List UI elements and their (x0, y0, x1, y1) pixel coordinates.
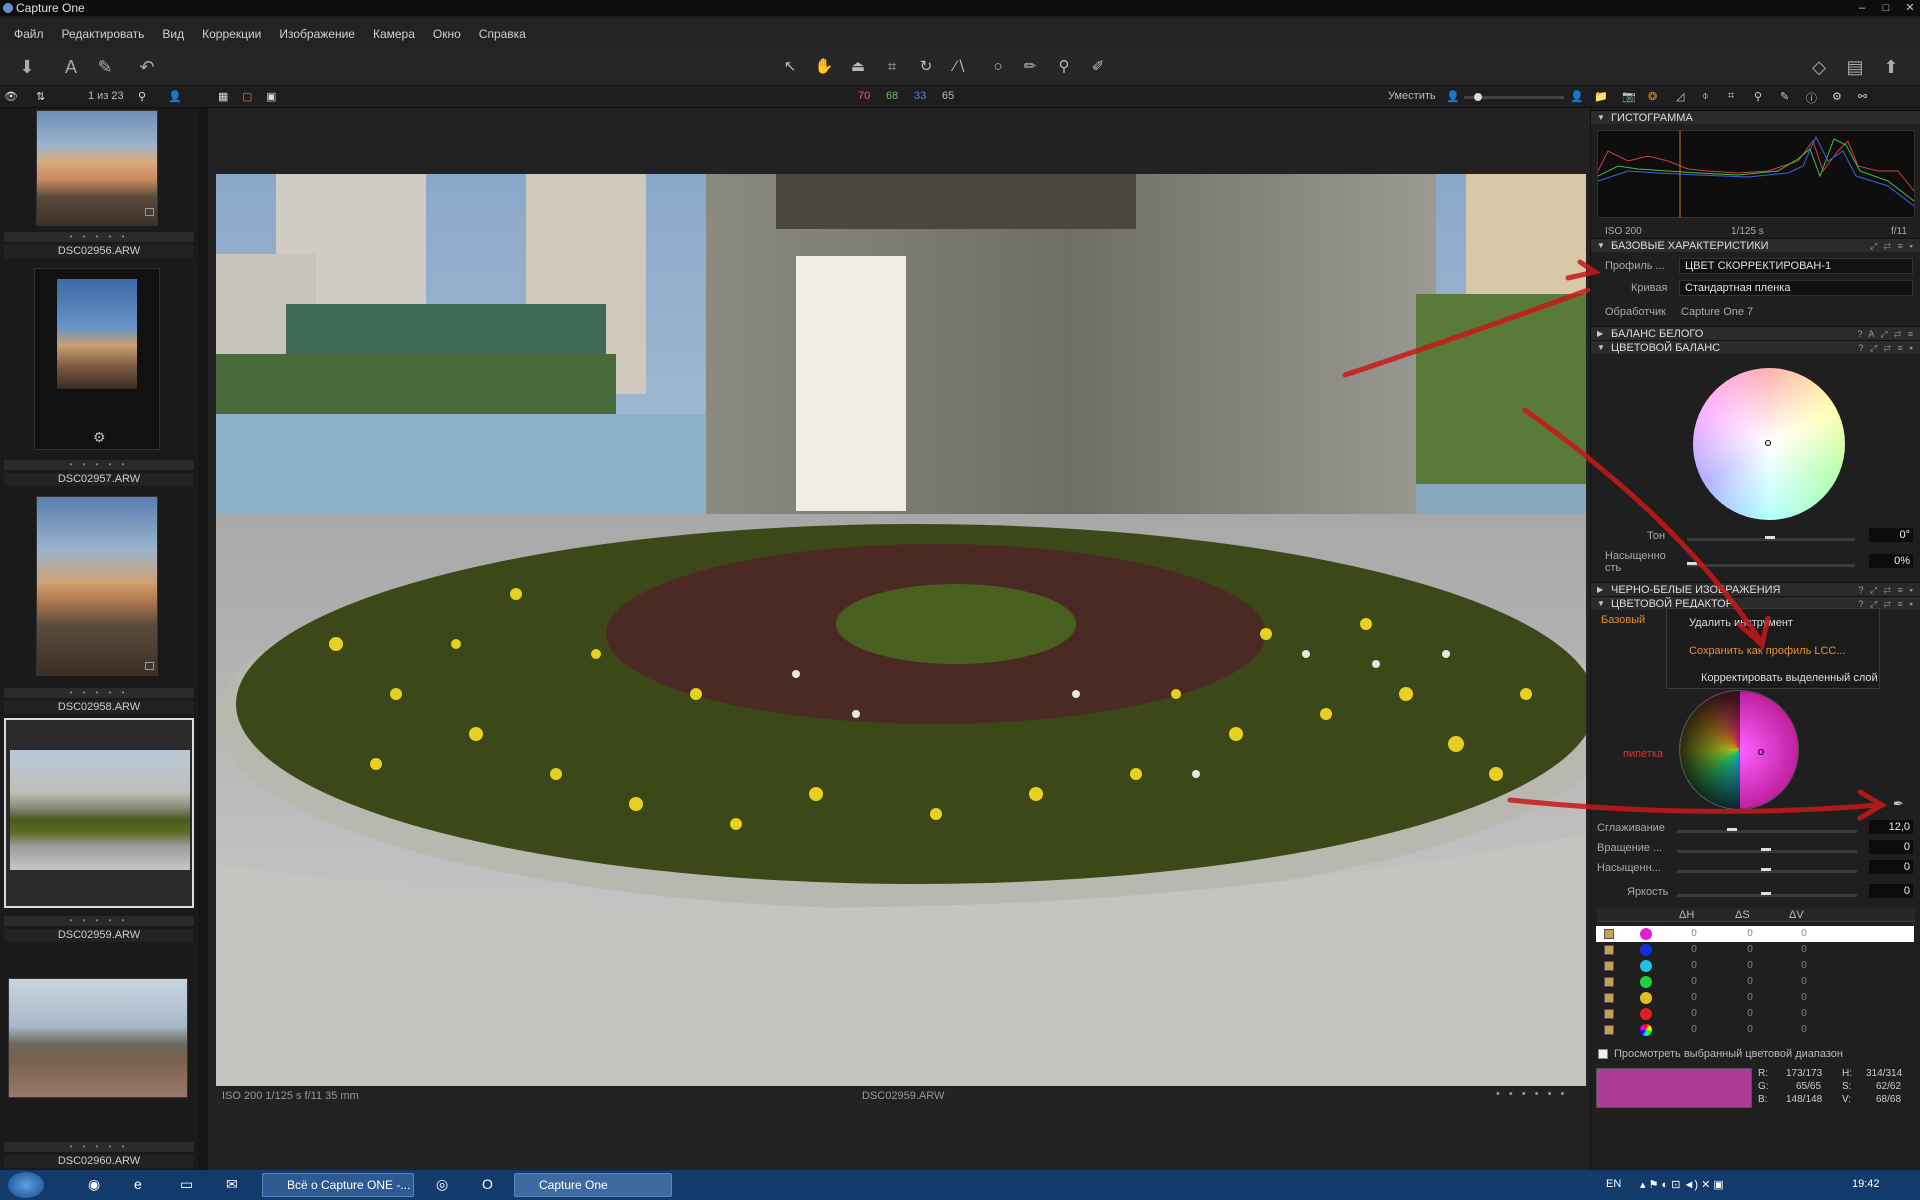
app-quick-icon[interactable]: ◉ (88, 1176, 100, 1193)
tray-icons[interactable]: ▴ ⚑ ◐ ⊡ ◄) ✕ ▣ (1640, 1178, 1724, 1191)
arrow-to-menu (1522, 407, 1763, 643)
taskbar: ◉ e ▭ ✉ Всё о Capture ONE -... ◎ O Captu… (0, 1170, 1920, 1200)
notes-icon[interactable]: ✉ (226, 1176, 238, 1193)
arrowhead-profile (1565, 259, 1602, 281)
explorer-icon[interactable]: ▭ (180, 1176, 193, 1193)
opera-icon[interactable]: O (482, 1176, 493, 1192)
clock[interactable]: 19:42 (1852, 1178, 1880, 1190)
taskbar-capture-one[interactable]: Capture One (514, 1173, 672, 1197)
taskbar-browser-window[interactable]: Всё о Capture ONE -... (262, 1173, 414, 1197)
language-indicator[interactable]: EN (1606, 1178, 1621, 1190)
annotation-arrows (1342, 259, 1887, 821)
arrow-to-eyedropper (1507, 797, 1881, 814)
start-button[interactable] (8, 1172, 44, 1198)
arrow-to-profile (1342, 287, 1591, 378)
ie-icon[interactable]: e (134, 1176, 142, 1192)
chrome-icon[interactable]: ◎ (436, 1176, 448, 1193)
